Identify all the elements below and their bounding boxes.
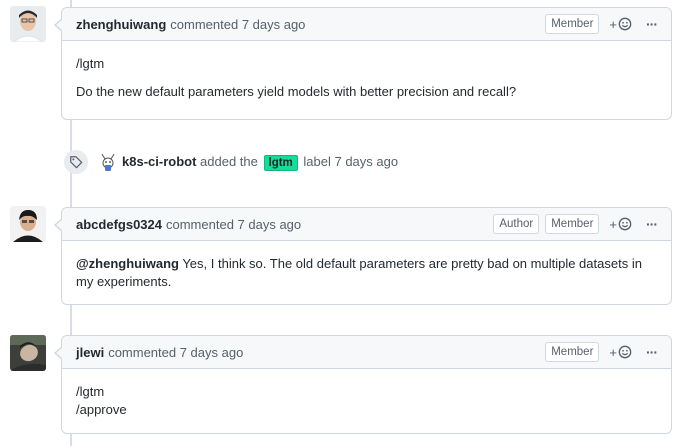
plus-icon: + xyxy=(609,216,617,232)
comment-header: zhenghuiwang commented 7 days ago Member… xyxy=(54,8,671,41)
avatar[interactable] xyxy=(10,206,46,242)
avatar[interactable] xyxy=(10,335,46,371)
add-reaction-button[interactable]: + xyxy=(609,217,632,232)
comment-author[interactable]: jlewi xyxy=(76,345,104,360)
comment-header: abcdefgs0324 commented 7 days ago Author… xyxy=(54,208,671,241)
plus-icon: + xyxy=(609,344,617,360)
event-author[interactable]: k8s-ci-robot xyxy=(122,154,196,169)
comment-card: abcdefgs0324 commented 7 days ago Author… xyxy=(54,207,672,305)
tag-icon xyxy=(64,150,88,174)
label-event: k8s-ci-robot added the lgtm label 7 days… xyxy=(64,150,398,174)
member-badge: Member xyxy=(545,342,600,362)
plus-icon: + xyxy=(609,16,617,32)
comment-card: jlewi commented 7 days ago Member + ··· … xyxy=(54,335,672,434)
add-reaction-button[interactable]: + xyxy=(609,17,632,32)
avatar[interactable] xyxy=(10,6,46,42)
comment-header: jlewi commented 7 days ago Member + ··· xyxy=(54,336,671,369)
label-lgtm[interactable]: lgtm xyxy=(263,154,298,171)
event-suffix: label 7 days ago xyxy=(303,153,399,169)
member-badge: Member xyxy=(545,14,600,34)
user-mention[interactable]: @zhenghuiwang xyxy=(76,256,179,271)
author-badge: Author xyxy=(493,214,540,234)
bot-avatar[interactable] xyxy=(98,152,118,172)
comment-author[interactable]: abcdefgs0324 xyxy=(76,217,162,232)
event-action: added the xyxy=(200,153,258,169)
kebab-icon[interactable]: ··· xyxy=(646,16,658,32)
comment-body: @zhenghuiwang Yes, I think so. The old d… xyxy=(62,241,671,305)
comment-line: @zhenghuiwang Yes, I think so. The old d… xyxy=(76,255,657,291)
kebab-icon[interactable]: ··· xyxy=(646,216,658,232)
member-badge: Member xyxy=(545,214,600,234)
comment-timestamp[interactable]: commented 7 days ago xyxy=(108,345,243,360)
comment-body: /lgtm Do the new default parameters yiel… xyxy=(62,41,671,115)
comment-card: zhenghuiwang commented 7 days ago Member… xyxy=(54,7,672,120)
comment-timestamp[interactable]: commented 7 days ago xyxy=(166,217,301,232)
comment-line: /lgtm xyxy=(76,384,105,399)
add-reaction-button[interactable]: + xyxy=(609,345,632,360)
comment-line: /approve xyxy=(76,402,127,417)
comment-line: /lgtm xyxy=(76,56,105,71)
smiley-icon xyxy=(618,17,632,31)
comment-timestamp[interactable]: commented 7 days ago xyxy=(170,17,305,32)
comment-author[interactable]: zhenghuiwang xyxy=(76,17,166,32)
smiley-icon xyxy=(618,217,632,231)
comment-line: Do the new default parameters yield mode… xyxy=(76,84,517,99)
kebab-icon[interactable]: ··· xyxy=(646,344,658,360)
comment-body: /lgtm /approve xyxy=(62,369,671,433)
smiley-icon xyxy=(618,345,632,359)
